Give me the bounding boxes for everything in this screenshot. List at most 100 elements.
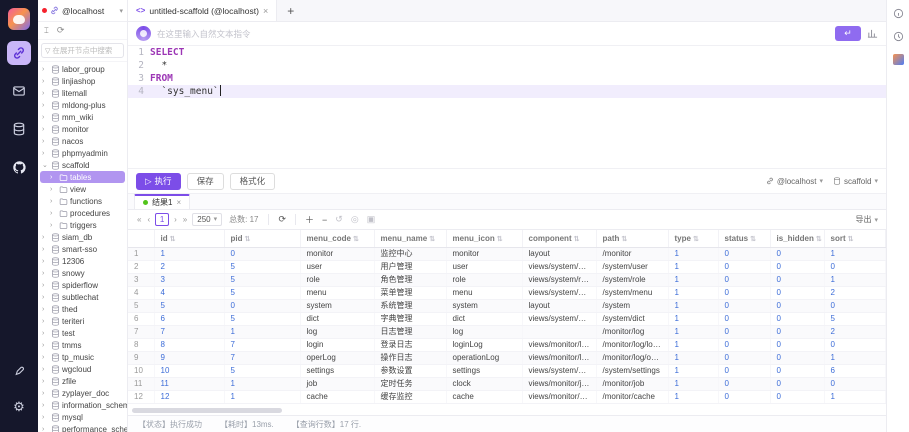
- chevron-icon[interactable]: ›: [42, 426, 49, 432]
- cell[interactable]: system: [300, 299, 374, 312]
- chevron-icon[interactable]: ›: [42, 246, 49, 253]
- cell[interactable]: 1: [824, 390, 886, 403]
- current-page[interactable]: 1: [155, 213, 169, 226]
- sort-icon[interactable]: ⇅: [621, 236, 627, 243]
- chevron-icon[interactable]: ⌄: [42, 161, 49, 169]
- cell[interactable]: 0: [718, 286, 770, 299]
- tree-item-test[interactable]: ›test: [38, 327, 127, 339]
- cell[interactable]: /monitor/log/login: [596, 338, 668, 351]
- tree-item-mm_wiki[interactable]: ›mm_wiki: [38, 111, 127, 123]
- cell[interactable]: monitor: [300, 247, 374, 260]
- page-size-select[interactable]: 250▾: [192, 213, 222, 226]
- sort-icon[interactable]: ⇅: [574, 236, 580, 243]
- close-tab-icon[interactable]: ×: [263, 6, 268, 16]
- cell[interactable]: 0: [770, 273, 824, 286]
- table-row[interactable]: 110monitor监控中心monitorlayout/monitor1001: [128, 247, 886, 260]
- col-header-menu_code[interactable]: menu_code⇅: [300, 230, 374, 247]
- sort-icon[interactable]: ⇅: [848, 236, 854, 243]
- cell[interactable]: 0: [770, 247, 824, 260]
- last-page-icon[interactable]: »: [182, 215, 188, 224]
- cell[interactable]: role: [446, 273, 522, 286]
- cell[interactable]: /monitor/log: [596, 325, 668, 338]
- cell[interactable]: settings: [446, 364, 522, 377]
- chevron-icon[interactable]: ›: [42, 150, 49, 157]
- cell[interactable]: 1: [668, 247, 718, 260]
- sort-icon[interactable]: ⇅: [353, 236, 359, 243]
- close-result-icon[interactable]: ×: [176, 198, 181, 207]
- sort-icon[interactable]: ⇅: [750, 236, 756, 243]
- col-header-is_hidden[interactable]: is_hidden⇅: [770, 230, 824, 247]
- chevron-icon[interactable]: ›: [42, 78, 49, 85]
- tree-item-teriteri[interactable]: ›teriteri: [38, 315, 127, 327]
- cell[interactable]: 菜单管理: [374, 286, 446, 299]
- chevron-icon[interactable]: ›: [42, 318, 49, 325]
- prev-page-icon[interactable]: ‹: [146, 215, 151, 224]
- chevron-icon[interactable]: ›: [42, 114, 49, 121]
- cell[interactable]: 7: [154, 325, 224, 338]
- tree-item-smart-sso[interactable]: ›smart-sso: [38, 243, 127, 255]
- cell[interactable]: 0: [824, 377, 886, 390]
- editor-line-2[interactable]: 2 *: [128, 59, 886, 72]
- cell[interactable]: 0: [824, 260, 886, 273]
- tree-item-labor_group[interactable]: ›labor_group: [38, 63, 127, 75]
- cell[interactable]: 1: [668, 377, 718, 390]
- cell[interactable]: 7: [224, 338, 300, 351]
- cell[interactable]: 0: [224, 247, 300, 260]
- next-page-icon[interactable]: ›: [173, 215, 178, 224]
- cell[interactable]: 操作日志: [374, 351, 446, 364]
- sort-icon[interactable]: ⇅: [816, 236, 822, 243]
- tree-item-12306[interactable]: ›12306: [38, 255, 127, 267]
- cell[interactable]: 0: [770, 390, 824, 403]
- table-row[interactable]: 550system系统管理systemlayout/system1000: [128, 299, 886, 312]
- chevron-icon[interactable]: ›: [42, 258, 49, 265]
- col-header-menu_name[interactable]: menu_name⇅: [374, 230, 446, 247]
- cell[interactable]: 1: [224, 325, 300, 338]
- cell[interactable]: 5: [224, 286, 300, 299]
- app-logo-icon[interactable]: [8, 8, 30, 30]
- cell[interactable]: 11: [154, 377, 224, 390]
- cell[interactable]: 0: [718, 377, 770, 390]
- chevron-icon[interactable]: ›: [50, 222, 57, 229]
- cell[interactable]: views/system/role: [522, 273, 596, 286]
- cell[interactable]: /system/menu: [596, 286, 668, 299]
- tree-item-linjiashop[interactable]: ›linjiashop: [38, 75, 127, 87]
- tree-item-mysql[interactable]: ›mysql: [38, 411, 127, 423]
- tree-item-phpmyadmin[interactable]: ›phpmyadmin: [38, 147, 127, 159]
- col-header-pid[interactable]: pid⇅: [224, 230, 300, 247]
- cell[interactable]: 10: [154, 364, 224, 377]
- cell[interactable]: 0: [824, 299, 886, 312]
- chevron-icon[interactable]: ›: [42, 102, 49, 109]
- ai-submit-button[interactable]: ↵: [835, 26, 861, 41]
- execute-button[interactable]: ▷执行: [136, 173, 181, 190]
- cell[interactable]: /monitor/job: [596, 377, 668, 390]
- cell[interactable]: /monitor: [596, 247, 668, 260]
- col-header-id[interactable]: id⇅: [154, 230, 224, 247]
- cell[interactable]: 登录日志: [374, 338, 446, 351]
- cell[interactable]: 2: [824, 286, 886, 299]
- cell[interactable]: settings: [300, 364, 374, 377]
- table-row[interactable]: 225user用户管理userviews/system/user/system/…: [128, 260, 886, 273]
- table-row[interactable]: 11111job定时任务clockviews/monitor/job/monit…: [128, 377, 886, 390]
- tree-item-siam_db[interactable]: ›siam_db: [38, 231, 127, 243]
- tree-item-spiderflow[interactable]: ›spiderflow: [38, 279, 127, 291]
- cell[interactable]: 5: [224, 273, 300, 286]
- tree-item-thed[interactable]: ›thed: [38, 303, 127, 315]
- cell[interactable]: user: [446, 260, 522, 273]
- col-header-path[interactable]: path⇅: [596, 230, 668, 247]
- cell[interactable]: 参数设置: [374, 364, 446, 377]
- chevron-icon[interactable]: ›: [50, 186, 57, 193]
- cell[interactable]: 1: [668, 390, 718, 403]
- cell[interactable]: cache: [300, 390, 374, 403]
- database-dropdown[interactable]: scaffold▾: [833, 177, 878, 186]
- tree-item-performance_schema[interactable]: ›performance_schema: [38, 423, 127, 432]
- cell[interactable]: 1: [824, 273, 886, 286]
- chevron-icon[interactable]: ›: [42, 330, 49, 337]
- cell[interactable]: 1: [668, 299, 718, 312]
- cell[interactable]: 1: [224, 377, 300, 390]
- col-header-menu_icon[interactable]: menu_icon⇅: [446, 230, 522, 247]
- cell[interactable]: system: [446, 299, 522, 312]
- cell[interactable]: views/system/dict: [522, 312, 596, 325]
- cell[interactable]: menu: [446, 286, 522, 299]
- cell[interactable]: clock: [446, 377, 522, 390]
- cell[interactable]: 1: [154, 247, 224, 260]
